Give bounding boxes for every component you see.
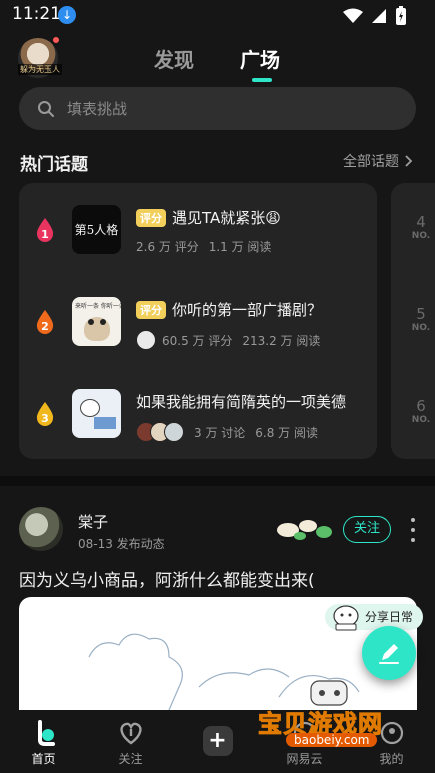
topic-thumbnail (72, 389, 121, 438)
rank-side-item: 6 NO. (397, 397, 435, 425)
avatar-caption: 躲为无玉人 (18, 64, 62, 75)
follow-heart-icon (119, 722, 142, 745)
chevron-right-icon (405, 155, 413, 167)
rank-3-icon: 3 (36, 402, 54, 426)
site-watermark: 宝贝游戏网 baobeiy.com (258, 704, 404, 754)
search-placeholder: 填表挑战 (67, 100, 128, 118)
topic-thumbnail: 来听一条 你听一条 (72, 297, 121, 346)
topic-stat-1: 2.6 万 评分 (136, 240, 199, 254)
home-icon (37, 720, 55, 746)
rank-1-icon: 1 (36, 218, 54, 242)
hot-topics-card-next[interactable]: 4 NO. 5 NO. 6 NO. (391, 183, 435, 459)
mascot-icon (333, 605, 359, 631)
compose-button[interactable] (362, 626, 416, 680)
topic-meta: 3 万 讨论 6.8 万 阅读 (136, 422, 318, 442)
battery-icon (396, 6, 406, 25)
watermark-url: baobeiy.com (286, 733, 378, 747)
svg-text:3: 3 (41, 412, 49, 425)
nav-follow-label: 关注 (118, 752, 143, 766)
rating-tag: 评分 (136, 208, 166, 227)
follow-button[interactable]: 关注 (343, 516, 391, 543)
rank-side-item: 5 NO. (397, 305, 435, 333)
more-options-icon[interactable] (408, 518, 418, 542)
rank-2-icon: 2 (36, 310, 54, 334)
topic-meta: 2.6 万 评分 1.1 万 阅读 (136, 238, 271, 255)
topic-title-wrap: 评分 遇见TA就紧张😩 (136, 207, 281, 228)
rank-number: 5 (416, 305, 426, 323)
status-icons (343, 6, 407, 26)
status-time: 11:21 (12, 4, 61, 24)
rating-tag: 评分 (136, 300, 166, 319)
topic-item[interactable]: 2 来听一条 你听一条 评分 你听的第一部广播剧？ 60.5 万 评分 213.… (19, 275, 377, 367)
tab-discover[interactable]: 发现 (154, 44, 194, 73)
thumbnail-text: 来听一条 你听一条 (75, 303, 121, 310)
hot-topics-title: 热门话题 (20, 155, 88, 175)
topic-stat-1: 60.5 万 评分 (162, 333, 233, 348)
topic-item[interactable]: 1 第5人格 评分 遇见TA就紧张😩 2.6 万 评分 1.1 万 阅读 (19, 183, 377, 275)
rank-no-label: NO. (411, 415, 431, 425)
illustration-figure (80, 399, 100, 417)
wifi-icon (343, 8, 363, 23)
tab-plaza[interactable]: 广场 (240, 44, 280, 73)
nav-home[interactable]: 首页 (0, 710, 87, 773)
search-icon (38, 100, 54, 117)
rank-side-item: 4 NO. (397, 213, 435, 241)
thumbnail-text: 第5人格 (74, 223, 119, 237)
rank-no-label: NO. (411, 231, 431, 241)
topic-stat-1: 3 万 讨论 (194, 425, 246, 440)
topic-stat-2: 213.2 万 阅读 (242, 333, 321, 348)
participant-avatar (164, 422, 184, 442)
nav-home-label: 首页 (31, 752, 56, 766)
post-text: 因为义乌小商品，阿浙什么都能变出来( (19, 571, 315, 591)
active-tab-indicator (252, 78, 272, 82)
signal-icon (372, 9, 386, 23)
nav-follow[interactable]: 关注 (87, 710, 174, 773)
topic-title-wrap: 评分 你听的第一部广播剧？ (136, 299, 322, 320)
rank-number: 4 (416, 213, 426, 231)
topic-title-wrap: 如果我能拥有简隋英的一项美德 (136, 391, 346, 412)
cat-figure-ear (100, 319, 106, 325)
topic-thumbnail: 第5人格 (72, 205, 121, 254)
topic-title: 如果我能拥有简隋英的一项美德 (136, 393, 347, 411)
topic-stat-2: 1.1 万 阅读 (208, 240, 272, 254)
topic-meta: 60.5 万 评分 213.2 万 阅读 (136, 330, 320, 350)
all-topics-label: 全部话题 (343, 154, 399, 170)
post-author-name[interactable]: 棠子 (78, 511, 108, 532)
all-topics-link[interactable]: 全部话题 (343, 151, 413, 171)
topic-item[interactable]: 3 如果我能拥有简隋英的一项美德 3 万 讨论 6.8 万 阅读 (19, 367, 377, 459)
rank-number: 6 (416, 397, 426, 415)
cat-figure-ear (88, 319, 94, 325)
svg-text:1: 1 (41, 228, 49, 241)
top-nav: 躲为无玉人 发现 广场 (0, 34, 435, 84)
badge-sticker-icon (277, 520, 332, 540)
notification-dot (52, 36, 60, 44)
participant-avatar (136, 330, 156, 350)
download-icon: ↓ (58, 6, 76, 24)
section-divider (0, 476, 435, 486)
plus-icon: + (202, 726, 233, 756)
post-author-avatar[interactable] (19, 507, 63, 551)
participant-avatars (136, 422, 184, 442)
search-bar[interactable]: 填表挑战 (19, 87, 416, 130)
topic-title: 遇见TA就紧张😩 (172, 209, 281, 227)
pen-icon (379, 644, 399, 664)
illustration-laptop (94, 417, 116, 429)
hot-topics-card: 1 第5人格 评分 遇见TA就紧张😩 2.6 万 评分 1.1 万 阅读 2 来… (19, 183, 377, 459)
status-bar: 11:21 ↓ (0, 0, 435, 30)
topic-stat-2: 6.8 万 阅读 (255, 425, 318, 440)
rank-no-label: NO. (411, 323, 431, 333)
svg-text:2: 2 (41, 320, 49, 333)
post-timestamp: 08-13 发布动态 (78, 537, 165, 551)
topic-title: 你听的第一部广播剧？ (172, 301, 323, 319)
nav-create[interactable]: + (174, 710, 261, 773)
